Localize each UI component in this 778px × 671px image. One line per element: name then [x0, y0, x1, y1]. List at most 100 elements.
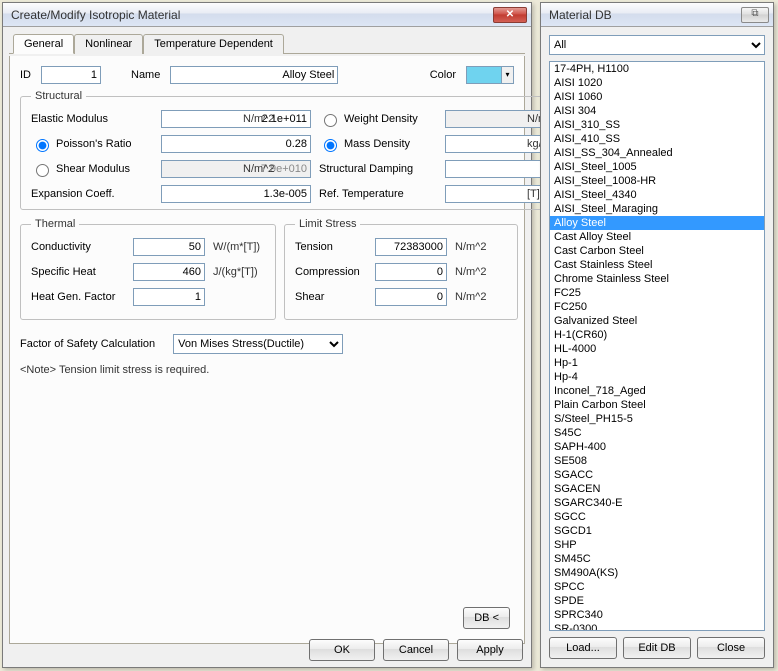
db-item[interactable]: AISI_310_SS: [550, 118, 764, 132]
structural-damping-label: Structural Damping: [319, 163, 413, 175]
shear-input[interactable]: [375, 288, 447, 306]
tab-nonlinear[interactable]: Nonlinear: [74, 34, 143, 54]
db-item[interactable]: 17-4PH, H1100: [550, 62, 764, 76]
db-item[interactable]: H-1(CR60): [550, 328, 764, 342]
specific-heat-input[interactable]: [133, 263, 205, 281]
apply-button[interactable]: Apply: [457, 639, 523, 661]
limit-stress-legend: Limit Stress: [295, 218, 360, 230]
db-item[interactable]: SGCD1: [550, 524, 764, 538]
db-filter-select[interactable]: All: [549, 35, 765, 55]
edit-db-button[interactable]: Edit DB: [623, 637, 691, 659]
db-item[interactable]: AISI_Steel_1005: [550, 160, 764, 174]
ref-temperature-label: Ref. Temperature: [319, 188, 404, 200]
conductivity-label: Conductivity: [31, 241, 129, 253]
db-item[interactable]: Galvanized Steel: [550, 314, 764, 328]
fos-label: Factor of Safety Calculation: [20, 338, 155, 350]
fos-select[interactable]: Von Mises Stress(Ductile): [173, 334, 343, 354]
db-item[interactable]: Chrome Stainless Steel: [550, 272, 764, 286]
row-id-name: ID Name Color ▾: [20, 66, 514, 84]
expansion-coeff-label: Expansion Coeff.: [31, 188, 115, 200]
close-icon[interactable]: ✕: [493, 7, 527, 23]
heat-gen-factor-input[interactable]: [133, 288, 205, 306]
thermal-group: Thermal ConductivityW/(m*[T]) Specific H…: [20, 218, 276, 320]
db-item[interactable]: SHP: [550, 538, 764, 552]
db-item[interactable]: Cast Carbon Steel: [550, 244, 764, 258]
id-input[interactable]: [41, 66, 101, 84]
poissons-ratio-radio[interactable]: Poisson's Ratio: [31, 136, 161, 152]
db-item[interactable]: AISI_SS_304_Annealed: [550, 146, 764, 160]
ok-button[interactable]: OK: [309, 639, 375, 661]
db-item[interactable]: SGARC340-E: [550, 496, 764, 510]
elastic-modulus-unit: N/m^2: [243, 113, 295, 125]
db-item[interactable]: FC25: [550, 286, 764, 300]
db-item[interactable]: S/Steel_PH15-5: [550, 412, 764, 426]
db-item[interactable]: AISI 1060: [550, 90, 764, 104]
shear-modulus-radio[interactable]: Shear Modulus: [31, 161, 161, 177]
shear-unit: N/m^2: [455, 291, 507, 303]
db-toggle-button[interactable]: DB <: [463, 607, 510, 629]
db-item[interactable]: SPDE: [550, 594, 764, 608]
db-item[interactable]: SGCC: [550, 510, 764, 524]
weight-density-radio[interactable]: Weight Density: [319, 111, 445, 127]
main-titlebar: Create/Modify Isotropic Material ✕: [3, 3, 531, 27]
db-item[interactable]: SR-0300: [550, 622, 764, 631]
tab-general[interactable]: General: [13, 34, 74, 54]
db-item[interactable]: AISI 1020: [550, 76, 764, 90]
thermal-legend: Thermal: [31, 218, 79, 230]
db-item[interactable]: AISI_Steel_4340: [550, 188, 764, 202]
db-item[interactable]: AISI_410_SS: [550, 132, 764, 146]
db-item[interactable]: SAPH-400: [550, 440, 764, 454]
db-item[interactable]: SGACEN: [550, 482, 764, 496]
db-item[interactable]: Inconel_718_Aged: [550, 384, 764, 398]
tab-strip: General Nonlinear Temperature Dependent: [9, 33, 525, 54]
specific-heat-unit: J/(kg*[T]): [213, 266, 265, 278]
expansion-coeff-input[interactable]: [161, 185, 311, 203]
main-body: General Nonlinear Temperature Dependent …: [3, 27, 531, 650]
load-button[interactable]: Load...: [549, 637, 617, 659]
heat-gen-factor-label: Heat Gen. Factor: [31, 291, 129, 303]
db-item[interactable]: SM490A(KS): [550, 566, 764, 580]
cancel-button[interactable]: Cancel: [383, 639, 449, 661]
db-material-list[interactable]: 17-4PH, H1100AISI 1020AISI 1060AISI 304A…: [549, 61, 765, 631]
note-text: <Note> Tension limit stress is required.: [20, 364, 514, 376]
db-item[interactable]: AISI_Steel_1008-HR: [550, 174, 764, 188]
db-item[interactable]: HL-4000: [550, 342, 764, 356]
limit-stress-group: Limit Stress TensionN/m^2 CompressionN/m…: [284, 218, 518, 320]
tab-tempdep[interactable]: Temperature Dependent: [143, 34, 284, 54]
db-item[interactable]: SGACC: [550, 468, 764, 482]
name-input[interactable]: [170, 66, 338, 84]
compression-input[interactable]: [375, 263, 447, 281]
tension-input[interactable]: [375, 238, 447, 256]
db-item[interactable]: Cast Stainless Steel: [550, 258, 764, 272]
db-item[interactable]: SM45C: [550, 552, 764, 566]
color-dropdown-icon[interactable]: ▾: [502, 66, 514, 84]
db-item[interactable]: Plain Carbon Steel: [550, 398, 764, 412]
compression-label: Compression: [295, 266, 371, 278]
db-item[interactable]: Hp-1: [550, 356, 764, 370]
mass-density-radio[interactable]: Mass Density: [319, 136, 445, 152]
db-close-icon[interactable]: ⧉: [741, 7, 769, 23]
db-item[interactable]: FC250: [550, 300, 764, 314]
structural-group: Structural Elastic Modulus N/m^2 Weight …: [20, 90, 590, 210]
elastic-modulus-label: Elastic Modulus: [31, 113, 108, 125]
db-item[interactable]: SE508: [550, 454, 764, 468]
db-item[interactable]: AISI 304: [550, 104, 764, 118]
poissons-ratio-input[interactable]: [161, 135, 311, 153]
conductivity-input[interactable]: [133, 238, 205, 256]
db-window: Material DB ⧉ All 17-4PH, H1100AISI 1020…: [540, 2, 774, 668]
shear-label: Shear: [295, 291, 371, 303]
db-item[interactable]: SPRC340: [550, 608, 764, 622]
db-item[interactable]: SPCC: [550, 580, 764, 594]
color-swatch[interactable]: [466, 66, 502, 84]
db-item[interactable]: AISI_Steel_Maraging: [550, 202, 764, 216]
main-title: Create/Modify Isotropic Material: [11, 8, 493, 22]
close-button[interactable]: Close: [697, 637, 765, 659]
db-title: Material DB: [549, 8, 741, 22]
db-item[interactable]: S45C: [550, 426, 764, 440]
db-item[interactable]: Hp-4: [550, 370, 764, 384]
id-label: ID: [20, 69, 31, 81]
db-item[interactable]: Cast Alloy Steel: [550, 230, 764, 244]
color-label: Color: [430, 69, 456, 81]
tension-unit: N/m^2: [455, 241, 507, 253]
db-item[interactable]: Alloy Steel: [550, 216, 764, 230]
